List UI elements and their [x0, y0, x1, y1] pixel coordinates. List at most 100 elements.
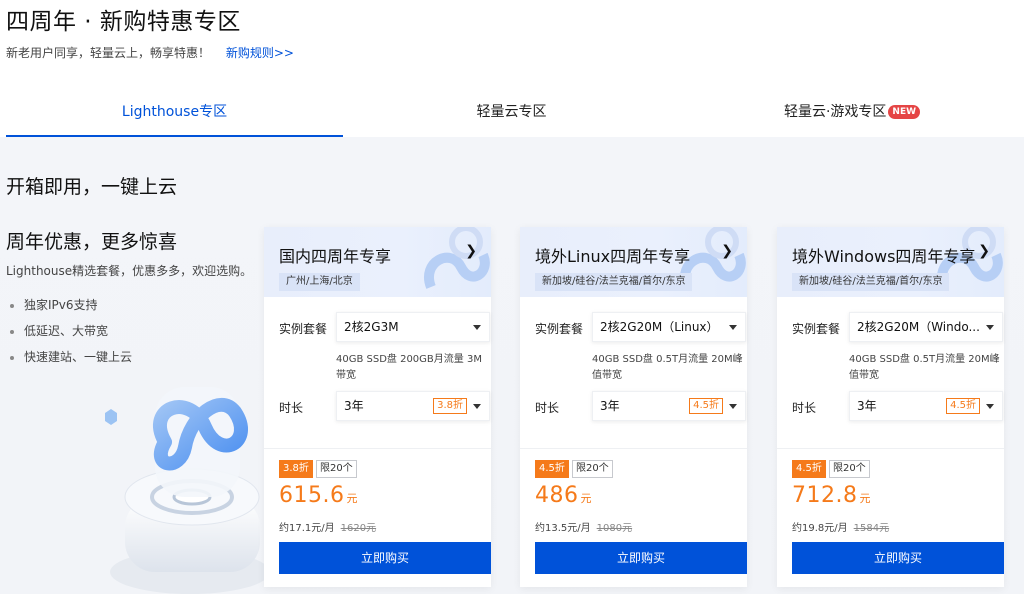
- monthly-value: 约17.1元/月: [279, 523, 335, 534]
- price-unit: 元: [859, 492, 871, 505]
- price-value: 615.6: [279, 483, 345, 508]
- divider: [777, 448, 1004, 449]
- duration-label: 时长: [535, 401, 560, 415]
- caret-down-icon: [729, 404, 737, 409]
- divider: [264, 448, 491, 449]
- monthly-price: 约19.8元/月 1584元: [792, 519, 889, 534]
- discount-badge: 4.5折: [792, 460, 826, 478]
- server-illustration: [105, 387, 270, 594]
- card-header: 境外Linux四周年专享 ❯ 新加坡/硅谷/法兰克福/首尔/东京: [520, 227, 747, 297]
- price: 486 元: [535, 483, 592, 508]
- instance-label: 实例套餐: [535, 322, 584, 336]
- plan-card: 国内四周年专享 ❯ 广州/上海/北京 实例套餐 2核2G3M 40GB SSD盘…: [264, 227, 491, 587]
- buy-button[interactable]: 立即购买: [535, 542, 747, 574]
- bullet-icon: [10, 355, 14, 360]
- card-title: 境外Windows四周年专享: [792, 247, 976, 266]
- promo-description: Lighthouse精选套餐，优惠多多，欢迎选购。: [6, 264, 253, 278]
- duration-discount-chip: 4.5折: [946, 398, 980, 414]
- buy-button[interactable]: 立即购买: [792, 542, 1004, 574]
- discount-badge: 4.5折: [535, 460, 569, 478]
- duration-select[interactable]: 3年 4.5折: [592, 391, 746, 421]
- buy-button[interactable]: 立即购买: [279, 542, 491, 574]
- monthly-price: 约17.1元/月 1620元: [279, 519, 376, 534]
- spec-description: 40GB SSD盘 0.5T月流量 20M峰值带宽: [849, 354, 1000, 381]
- chevron-right-icon[interactable]: ❯: [978, 243, 990, 259]
- zone-tabs: Lighthouse专区 轻量云专区 轻量云·游戏专区 NEW: [6, 93, 1024, 137]
- caret-down-icon: [729, 325, 737, 330]
- tab-lightweight-cloud[interactable]: 轻量云专区: [343, 93, 680, 137]
- feature-text: 独家IPv6支持: [24, 298, 98, 312]
- instance-select[interactable]: 2核2G20M（Windo...: [849, 312, 1003, 342]
- price-value: 486: [535, 483, 579, 508]
- discount-badge: 3.8折: [279, 460, 313, 478]
- caret-down-icon: [986, 404, 994, 409]
- chevron-right-icon[interactable]: ❯: [721, 243, 733, 259]
- card-title: 境外Linux四周年专享: [535, 247, 691, 266]
- caret-down-icon: [473, 404, 481, 409]
- chevron-right-icon[interactable]: ❯: [465, 243, 477, 259]
- card-regions: 新加坡/硅谷/法兰克福/首尔/东京: [535, 273, 693, 291]
- spec-description: 40GB SSD盘 200GB月流量 3M带宽: [336, 354, 482, 381]
- duration-value: 3年: [857, 399, 877, 413]
- plan-card: 境外Linux四周年专享 ❯ 新加坡/硅谷/法兰克福/首尔/东京 实例套餐 2核…: [520, 227, 747, 587]
- tab-label: 轻量云专区: [476, 104, 547, 120]
- card-header: 国内四周年专享 ❯ 广州/上海/北京: [264, 227, 491, 297]
- duration-value: 3年: [344, 399, 364, 413]
- feature-text: 低延迟、大带宽: [24, 324, 109, 338]
- instance-select[interactable]: 2核2G20M（Linux）: [592, 312, 746, 342]
- instance-label: 实例套餐: [792, 322, 841, 336]
- cloud-decoration-icon: [424, 227, 490, 289]
- original-price: 1584元: [853, 523, 890, 534]
- instance-label: 实例套餐: [279, 322, 328, 336]
- monthly-price: 约13.5元/月 1080元: [535, 519, 632, 534]
- tab-label: 轻量云·游戏专区: [783, 104, 887, 120]
- duration-select[interactable]: 3年 4.5折: [849, 391, 1003, 421]
- price-value: 712.8: [792, 483, 858, 508]
- bullet-icon: [10, 303, 14, 308]
- bullet-icon: [10, 329, 14, 334]
- duration-value: 3年: [600, 399, 620, 413]
- duration-discount-chip: 4.5折: [689, 398, 723, 414]
- card-regions: 广州/上海/北京: [279, 273, 360, 291]
- instance-select[interactable]: 2核2G3M: [336, 312, 490, 342]
- instance-value: 2核2G20M（Windo...: [857, 320, 980, 334]
- original-price: 1080元: [596, 523, 633, 534]
- main-content: 开箱即用，一键上云 周年优惠，更多惊喜 Lighthouse精选套餐，优惠多多，…: [0, 137, 1024, 594]
- duration-select[interactable]: 3年 3.8折: [336, 391, 490, 421]
- page-title: 四周年 · 新购特惠专区: [6, 9, 241, 35]
- tab-label: Lighthouse专区: [121, 104, 228, 120]
- original-price: 1620元: [340, 523, 377, 534]
- promo-title: 周年优惠，更多惊喜: [6, 231, 178, 253]
- plan-card: 境外Windows四周年专享 ❯ 新加坡/硅谷/法兰克福/首尔/东京 实例套餐 …: [777, 227, 1004, 587]
- monthly-value: 约13.5元/月: [535, 523, 591, 534]
- tab-lighthouse[interactable]: Lighthouse专区: [6, 93, 343, 137]
- duration-label: 时长: [279, 401, 304, 415]
- price-unit: 元: [580, 492, 592, 505]
- duration-label: 时长: [792, 401, 817, 415]
- instance-value: 2核2G20M（Linux）: [600, 320, 719, 334]
- card-header: 境外Windows四周年专享 ❯ 新加坡/硅谷/法兰克福/首尔/东京: [777, 227, 1004, 297]
- section-title: 开箱即用，一键上云: [6, 176, 178, 198]
- instance-value: 2核2G3M: [344, 320, 399, 334]
- rules-link[interactable]: 新购规则>>: [226, 46, 294, 60]
- new-badge: NEW: [888, 105, 921, 119]
- price: 615.6 元: [279, 483, 358, 508]
- spec-description: 40GB SSD盘 0.5T月流量 20M峰值带宽: [592, 354, 743, 381]
- tab-lightweight-game[interactable]: 轻量云·游戏专区 NEW: [680, 93, 1024, 137]
- card-regions: 新加坡/硅谷/法兰克福/首尔/东京: [792, 273, 950, 291]
- limit-badge: 限20个: [316, 460, 357, 478]
- price-unit: 元: [346, 492, 358, 505]
- duration-discount-chip: 3.8折: [433, 398, 467, 414]
- limit-badge: 限20个: [829, 460, 870, 478]
- monthly-value: 约19.8元/月: [792, 523, 848, 534]
- limit-badge: 限20个: [572, 460, 613, 478]
- caret-down-icon: [986, 325, 994, 330]
- page-subtitle: 新老用户同享，轻量云上，畅享特惠！ 新购规则>>: [6, 44, 294, 61]
- card-title: 国内四周年专享: [279, 247, 392, 266]
- caret-down-icon: [473, 325, 481, 330]
- feature-item: 独家IPv6支持: [10, 292, 132, 318]
- price: 712.8 元: [792, 483, 871, 508]
- subtitle-text: 新老用户同享，轻量云上，畅享特惠！: [6, 46, 211, 60]
- divider: [520, 448, 747, 449]
- feature-item: 低延迟、大带宽: [10, 318, 132, 344]
